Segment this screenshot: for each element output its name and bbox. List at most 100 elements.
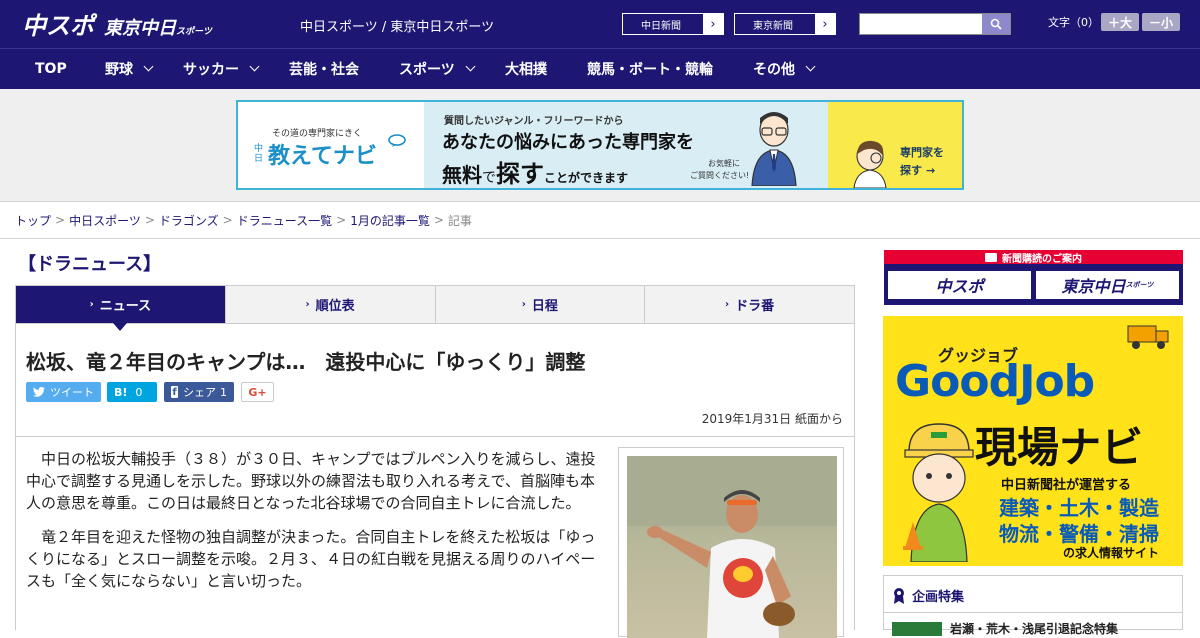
goodjob-ad[interactable]: グッジョブ GoodJob 現場ナビ 中日新聞社が運営する 建築・土木・製造 物…: [883, 316, 1183, 566]
breadcrumb-sep: >: [433, 213, 444, 227]
nav-label: サッカー: [183, 62, 239, 78]
banner-cta-area[interactable]: 専門家を 探す →: [828, 102, 962, 188]
woman-illustration: [853, 140, 887, 188]
chunichi-shimbun-link[interactable]: 中日新聞 ›: [622, 13, 724, 35]
section-title: 【ドラニュース】: [18, 254, 162, 275]
banner-brand-prefix: 中日: [254, 144, 264, 164]
banner-line1: 質問したいジャンル・フリーワードから: [444, 116, 624, 127]
article: 松坂、竜２年目のキャンプは… 遠投中心に「ゆっくり」調整 ツイート B! 0 f…: [15, 324, 855, 638]
font-larger-button[interactable]: ＋大: [1101, 13, 1139, 31]
hatena-icon: B!: [114, 385, 128, 399]
nav-label: その他: [753, 62, 795, 78]
article-paragraph: 中日の松坂大輔投手（３８）が３０日、キャンプではブルペン入りを減らし、遠投中心で…: [26, 450, 596, 512]
breadcrumb-sep: >: [222, 213, 233, 227]
nav-item-entertainment[interactable]: 芸能・社会: [289, 49, 359, 89]
nav-item-sports[interactable]: スポーツ: [399, 49, 476, 89]
banner-free: 無料: [442, 163, 482, 187]
tab-label: ニュース: [99, 299, 152, 314]
chevron-right-icon: ›: [305, 299, 310, 310]
goodjob-title: GoodJob: [895, 356, 1095, 407]
breadcrumb-dora-news-list[interactable]: ドラニュース一覧: [237, 212, 332, 229]
goodjob-line4: の求人情報サイト: [1063, 546, 1160, 560]
goodjob-line2: 建築・土木・製造: [999, 496, 1159, 520]
nav-label: 競馬・ボート・競輪: [587, 62, 713, 78]
search-button[interactable]: [982, 14, 1010, 34]
subscribe-btn2-small: スポーツ: [1125, 281, 1154, 289]
hatena-bookmark-button[interactable]: B! 0: [107, 382, 157, 402]
chevron-down-icon: [805, 61, 816, 72]
banner-de: で: [482, 170, 496, 186]
feature-item[interactable]: 岩瀬・荒木・浅尾引退記念特集: [892, 620, 1118, 637]
nav-label: 芸能・社会: [289, 62, 359, 78]
chevron-right-icon: ›: [725, 299, 730, 310]
goodjob-line3: 物流・警備・清掃: [999, 522, 1159, 546]
nav-label: TOP: [35, 61, 67, 77]
article-divider: [16, 436, 854, 437]
banner-brand: 教えてナビ: [268, 144, 377, 169]
subscription-head: 新聞購読のご案内: [884, 250, 1183, 265]
article-paragraph: 竜２年目を迎えた怪物の独自調整が決まった。合同自主トレを終えた松坂は「ゆっくりに…: [26, 528, 596, 590]
nav-label: スポーツ: [399, 62, 455, 78]
breadcrumb-chunichi-sports[interactable]: 中日スポーツ: [69, 212, 141, 229]
tweet-button[interactable]: ツイート: [26, 382, 101, 402]
banner-brand-area: その道の専門家にきく 中日 教えてナビ: [238, 102, 424, 188]
nav-item-sumo[interactable]: 大相撲: [505, 49, 547, 89]
feature-box: 企画特集 岩瀬・荒木・浅尾引退記念特集: [883, 575, 1183, 636]
search-icon: [990, 18, 1002, 30]
breadcrumb-january-list[interactable]: 1月の記事一覧: [350, 212, 430, 229]
site-name: 中日スポーツ / 東京中日スポーツ: [300, 20, 495, 35]
tab-schedule[interactable]: › 日程: [436, 286, 646, 323]
breadcrumb-top[interactable]: トップ: [15, 212, 51, 229]
tab-standings[interactable]: › 順位表: [226, 286, 436, 323]
section-tabs: › ニュース › 順位表 › 日程 › ドラ番: [15, 285, 855, 331]
nav-item-racing[interactable]: 競馬・ボート・競輪: [587, 49, 713, 89]
nav-item-other[interactable]: その他: [753, 49, 816, 89]
tokyo-shimbun-link[interactable]: 東京新聞 ›: [734, 13, 836, 35]
banner-cta-1: 専門家を: [900, 146, 944, 159]
nav-item-top[interactable]: TOP: [35, 49, 67, 89]
banner-copy-area: 質問したいジャンル・フリーワードから あなたの悩みにあった専門家を 無料で探すこ…: [424, 102, 828, 188]
newspaper-icon: [985, 252, 997, 262]
feature-thumbnail: [892, 621, 942, 636]
article-body: 中日の松坂大輔投手（３８）が３０日、キャンプではブルペン入りを減らし、遠投中心で…: [26, 448, 606, 604]
nav-item-soccer[interactable]: サッカー: [183, 49, 260, 89]
tab-dora-ban[interactable]: › ドラ番: [645, 286, 854, 323]
breadcrumb-current: 記事: [447, 213, 472, 228]
breadcrumb: トップ > 中日スポーツ > ドラゴンズ > ドラニュース一覧 > 1月の記事一覧 > 記…: [0, 201, 1200, 239]
chevron-down-icon: [143, 61, 154, 72]
chevron-right-icon: ›: [521, 299, 526, 310]
feature-title: 企画特集: [912, 590, 965, 605]
ad-band: その道の専門家にきく 中日 教えてナビ 質問したいジャンル・フリーワードから あ…: [0, 89, 1200, 201]
global-nav: TOP 野球 サッカー 芸能・社会 スポーツ 大相撲 競馬・ボート・競輪 その他: [0, 48, 1200, 89]
truck-icon: [1127, 325, 1169, 349]
article-photo[interactable]: [618, 447, 844, 638]
oshiete-navi-banner[interactable]: その道の専門家にきく 中日 教えてナビ 質問したいジャンル・フリーワードから あ…: [236, 100, 964, 190]
worker-illustration: [903, 423, 974, 562]
breadcrumb-sep: >: [144, 213, 155, 227]
search-input[interactable]: [859, 13, 1011, 35]
article-date: 2019年1月31日 紙面から: [701, 412, 843, 426]
nav-label: 大相撲: [505, 62, 547, 78]
feature-item-label: 岩瀬・荒木・浅尾引退記念特集: [950, 622, 1119, 636]
goodjob-sub: 現場ナビ: [975, 423, 1144, 472]
breadcrumb-sep: >: [336, 213, 347, 227]
feature-divider: [884, 612, 1182, 613]
logo-main: 中スポ: [22, 12, 94, 40]
nav-item-baseball[interactable]: 野球: [105, 49, 154, 89]
subscribe-tokyo-chunichi-button[interactable]: 東京中日 スポーツ: [1036, 271, 1179, 299]
nav-label: 野球: [105, 62, 133, 78]
banner-aside2: ご質問ください!: [690, 171, 750, 180]
banner-cta-2-wrap: 探す →: [900, 162, 935, 178]
font-size-label: 文字（0）: [1048, 16, 1099, 29]
subscribe-chuspo-button[interactable]: 中スポ: [888, 271, 1031, 299]
tab-news[interactable]: › ニュース: [16, 286, 226, 331]
banner-line2: あなたの悩みにあった専門家を: [442, 132, 694, 153]
facebook-share-button[interactable]: f シェア 1: [164, 382, 234, 402]
banner-aside: お気軽に: [708, 159, 740, 168]
pitcher-photo: [627, 456, 837, 638]
font-smaller-button[interactable]: －小: [1142, 13, 1180, 31]
google-plus-button[interactable]: G+: [241, 382, 274, 402]
breadcrumb-dragons[interactable]: ドラゴンズ: [159, 212, 219, 229]
tweet-label: ツイート: [50, 386, 94, 399]
site-logo[interactable]: 中スポ 東京中日スポーツ: [22, 6, 212, 41]
